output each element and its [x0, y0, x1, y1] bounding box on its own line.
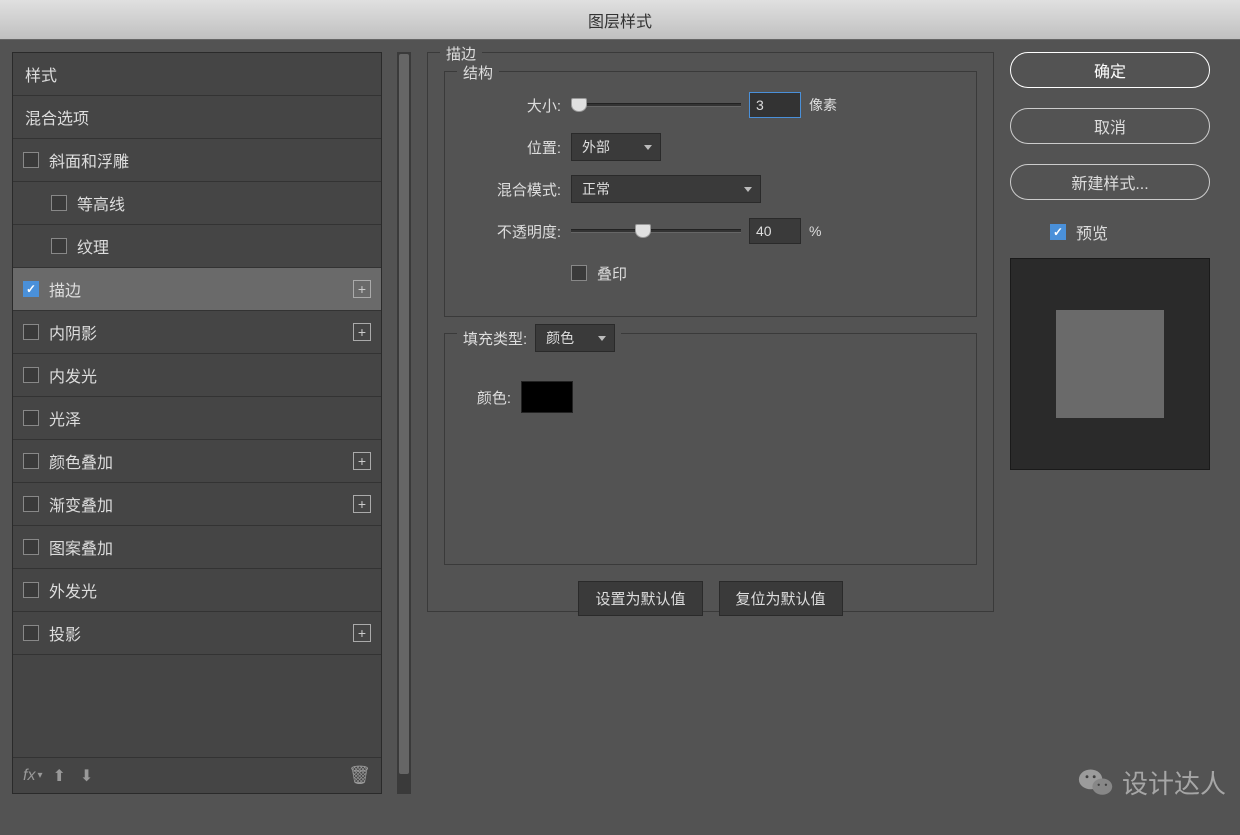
- sidebar-item-innershadow[interactable]: 内阴影 +: [13, 311, 381, 354]
- set-default-button[interactable]: 设置为默认值: [578, 581, 702, 616]
- size-input[interactable]: [749, 92, 801, 118]
- window-title: 图层样式: [588, 8, 652, 32]
- slider-thumb-icon[interactable]: [635, 224, 651, 238]
- reset-default-button[interactable]: 复位为默认值: [719, 581, 843, 616]
- color-swatch[interactable]: [521, 381, 573, 413]
- position-dropdown[interactable]: 外部: [571, 133, 661, 161]
- color-label: 颜色:: [461, 387, 511, 408]
- fx-menu[interactable]: fx: [23, 767, 35, 785]
- opacity-unit: %: [809, 223, 821, 239]
- plus-icon[interactable]: +: [353, 624, 371, 642]
- checkbox-satin[interactable]: [23, 410, 39, 426]
- blend-label: 混合模式:: [461, 179, 561, 200]
- sidebar-item-outerglow[interactable]: 外发光: [13, 569, 381, 612]
- styles-sidebar: 样式 混合选项 斜面和浮雕 等高线 纹理: [12, 52, 382, 794]
- sidebar-item-coloroverlay[interactable]: 颜色叠加 +: [13, 440, 381, 483]
- plus-icon[interactable]: +: [353, 452, 371, 470]
- blend-row: 混合模式: 正常: [461, 174, 960, 204]
- plus-icon[interactable]: +: [353, 280, 371, 298]
- sidebar-item-innerglow[interactable]: 内发光: [13, 354, 381, 397]
- watermark-text: 设计达人: [1122, 764, 1226, 801]
- checkbox-gradientoverlay[interactable]: [23, 496, 39, 512]
- watermark: 设计达人: [1078, 764, 1226, 801]
- plus-icon[interactable]: +: [353, 323, 371, 341]
- checkbox-outerglow[interactable]: [23, 582, 39, 598]
- checkbox-stroke[interactable]: [23, 281, 39, 297]
- sidebar-column: 样式 混合选项 斜面和浮雕 等高线 纹理: [0, 40, 395, 835]
- settings-panel: 描边 结构 大小: 像素 位置: 外部: [411, 40, 1010, 835]
- preview-row: 预览: [1010, 220, 1226, 244]
- wechat-icon: [1078, 765, 1114, 801]
- opacity-row: 不透明度: %: [461, 216, 960, 246]
- ok-button[interactable]: 确定: [1010, 52, 1210, 88]
- default-buttons-row: 设置为默认值 复位为默认值: [444, 581, 977, 616]
- sidebar-footer: fx ▾ ⬆ ⬇ 🗑: [13, 757, 381, 793]
- sidebar-item-contour[interactable]: 等高线: [13, 182, 381, 225]
- size-label: 大小:: [461, 95, 561, 116]
- style-list: 样式 混合选项 斜面和浮雕 等高线 纹理: [13, 53, 381, 757]
- sidebar-item-dropshadow[interactable]: 投影 +: [13, 612, 381, 655]
- new-style-button[interactable]: 新建样式...: [1010, 164, 1210, 200]
- checkbox-bevel[interactable]: [23, 152, 39, 168]
- blend-dropdown[interactable]: 正常: [571, 175, 761, 203]
- sidebar-item-stroke[interactable]: 描边 +: [13, 268, 381, 311]
- trash-icon[interactable]: 🗑: [348, 765, 371, 786]
- checkbox-coloroverlay[interactable]: [23, 453, 39, 469]
- right-column: 确定 取消 新建样式... 预览: [1010, 40, 1240, 835]
- position-row: 位置: 外部: [461, 132, 960, 162]
- structure-title: 结构: [457, 62, 499, 83]
- sidebar-item-patternoverlay[interactable]: 图案叠加: [13, 526, 381, 569]
- sidebar-item-gradientoverlay[interactable]: 渐变叠加 +: [13, 483, 381, 526]
- sidebar-item-texture[interactable]: 纹理: [13, 225, 381, 268]
- preview-box: [1010, 258, 1210, 470]
- arrow-up-icon[interactable]: ⬆: [52, 766, 65, 786]
- checkbox-preview[interactable]: [1050, 224, 1066, 240]
- checkbox-innershadow[interactable]: [23, 324, 39, 340]
- slider-thumb-icon[interactable]: [571, 98, 587, 112]
- opacity-input[interactable]: [749, 218, 801, 244]
- fill-subgroup: 填充类型: 颜色 颜色:: [444, 333, 977, 565]
- size-slider[interactable]: [571, 103, 741, 107]
- arrow-down-icon[interactable]: ⬇: [80, 766, 93, 786]
- checkbox-overprint[interactable]: [571, 265, 587, 281]
- checkbox-patternoverlay[interactable]: [23, 539, 39, 555]
- main-area: 样式 混合选项 斜面和浮雕 等高线 纹理: [0, 40, 1240, 835]
- sidebar-item-bevel[interactable]: 斜面和浮雕: [13, 139, 381, 182]
- checkbox-contour[interactable]: [51, 195, 67, 211]
- stroke-group: 描边 结构 大小: 像素 位置: 外部: [427, 52, 994, 612]
- window-titlebar: 图层样式: [0, 0, 1240, 40]
- opacity-label: 不透明度:: [461, 221, 561, 242]
- sidebar-blend-options[interactable]: 混合选项: [13, 96, 381, 139]
- sidebar-item-satin[interactable]: 光泽: [13, 397, 381, 440]
- size-row: 大小: 像素: [461, 90, 960, 120]
- fill-type-title: 填充类型: 颜色: [457, 324, 621, 352]
- structure-subgroup: 结构 大小: 像素 位置: 外部 混合模式:: [444, 71, 977, 317]
- fill-type-dropdown[interactable]: 颜色: [535, 324, 615, 352]
- preview-inner: [1056, 310, 1164, 418]
- sidebar-scrollbar[interactable]: [397, 52, 411, 794]
- color-row: 颜色:: [461, 382, 960, 412]
- stroke-title: 描边: [440, 43, 482, 64]
- checkbox-innerglow[interactable]: [23, 367, 39, 383]
- checkbox-dropshadow[interactable]: [23, 625, 39, 641]
- position-label: 位置:: [461, 137, 561, 158]
- overprint-row: 叠印: [461, 258, 960, 288]
- size-unit: 像素: [809, 95, 837, 115]
- preview-label: 预览: [1076, 220, 1108, 244]
- plus-icon[interactable]: +: [353, 495, 371, 513]
- cancel-button[interactable]: 取消: [1010, 108, 1210, 144]
- overprint-label: 叠印: [597, 263, 627, 284]
- sidebar-header-styles[interactable]: 样式: [13, 53, 381, 96]
- checkbox-texture[interactable]: [51, 238, 67, 254]
- opacity-slider[interactable]: [571, 229, 741, 233]
